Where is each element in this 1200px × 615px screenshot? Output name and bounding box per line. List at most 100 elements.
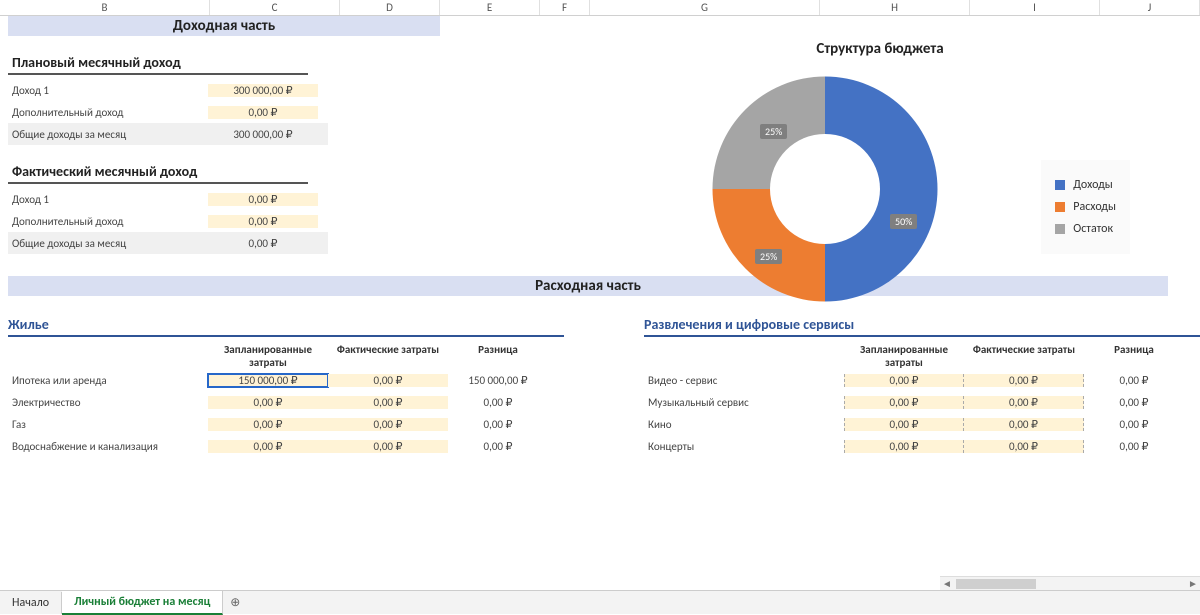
diff-cell: 0,00 ₽ [448, 396, 548, 409]
legend-label: Доходы [1073, 178, 1113, 192]
row-label: Музыкальный сервис [644, 396, 844, 409]
table-row: Газ0,00 ₽0,00 ₽0,00 ₽ [8, 413, 564, 435]
diff-cell: 0,00 ₽ [1084, 418, 1184, 431]
col-header-B[interactable]: B [0, 0, 210, 15]
actual-cell[interactable]: 0,00 ₽ [964, 374, 1084, 387]
legend-item: Доходы [1055, 178, 1116, 192]
sheet-tab[interactable]: Начало [0, 592, 62, 614]
table-row: Водоснабжение и канализация0,00 ₽0,00 ₽0… [8, 435, 564, 457]
actual-cell[interactable]: 0,00 ₽ [328, 374, 448, 387]
diff-cell: 0,00 ₽ [1084, 374, 1184, 387]
legend-swatch [1055, 180, 1065, 190]
actual-cell[interactable]: 0,00 ₽ [964, 440, 1084, 453]
income-row: Доход 1300 000,00 ₽ [8, 79, 328, 101]
horizontal-scrollbar[interactable]: ◄ ► [940, 576, 1200, 590]
col-diff: Разница [1084, 343, 1184, 369]
budget-structure-chart: Структура бюджета 50% 25% 25% ДоходыРасх… [600, 40, 1160, 330]
planned-cell[interactable]: 0,00 ₽ [844, 374, 964, 387]
scroll-thumb[interactable] [956, 579, 1036, 589]
income-banner: Доходная часть [8, 16, 440, 36]
diff-cell: 0,00 ₽ [448, 418, 548, 431]
income-total-label: Общие доходы за месяц [8, 128, 208, 141]
col-header-C[interactable]: C [210, 0, 340, 15]
housing-header-row: Запланированные затраты Фактические затр… [8, 343, 564, 369]
table-row: Кино0,00 ₽0,00 ₽0,00 ₽ [644, 413, 1200, 435]
col-header-J[interactable]: J [1100, 0, 1200, 15]
legend-label: Расходы [1073, 200, 1116, 214]
table-row: Ипотека или аренда150 000,00 ₽0,00 ₽150 … [8, 369, 564, 391]
income-total-row: Общие доходы за месяц0,00 ₽ [8, 232, 328, 254]
add-sheet-button[interactable]: ⊕ [223, 595, 247, 610]
income-label: Дополнительный доход [8, 106, 208, 119]
chart-label-remainder: 25% [760, 124, 787, 139]
sheet-tabs-bar: НачалоЛичный бюджет на месяц⊕ [0, 590, 1200, 614]
income-value-cell[interactable]: 0,00 ₽ [208, 106, 318, 119]
row-label: Концерты [644, 440, 844, 453]
row-label: Кино [644, 418, 844, 431]
col-header-D[interactable]: D [340, 0, 440, 15]
planned-cell[interactable]: 0,00 ₽ [844, 418, 964, 431]
planned-income-title: Плановый месячный доход [8, 50, 308, 75]
actual-cell[interactable]: 0,00 ₽ [328, 396, 448, 409]
col-diff: Разница [448, 343, 548, 369]
income-row: Дополнительный доход0,00 ₽ [8, 210, 328, 232]
diff-cell: 0,00 ₽ [1084, 440, 1184, 453]
income-value-cell[interactable]: 300 000,00 ₽ [208, 84, 318, 97]
income-row: Дополнительный доход0,00 ₽ [8, 101, 328, 123]
row-label: Газ [8, 418, 208, 431]
actual-income-table: Доход 10,00 ₽Дополнительный доход0,00 ₽О… [8, 188, 328, 254]
col-header-G[interactable]: G [590, 0, 820, 15]
col-planned: Запланированные затраты [208, 343, 328, 369]
actual-cell[interactable]: 0,00 ₽ [328, 440, 448, 453]
income-total-value: 0,00 ₽ [208, 237, 318, 250]
actual-income-title: Фактический месячный доход [8, 159, 308, 184]
col-header-I[interactable]: I [970, 0, 1100, 15]
actual-cell[interactable]: 0,00 ₽ [328, 418, 448, 431]
scroll-left-icon[interactable]: ◄ [940, 577, 954, 590]
income-value-cell[interactable]: 0,00 ₽ [208, 193, 318, 206]
entertainment-block: Развлечения и цифровые сервисы Запланиро… [644, 314, 1200, 457]
chart-legend: Доходы Расходы Остаток [1041, 160, 1130, 254]
row-label: Видео - сервис [644, 374, 844, 387]
table-row: Видео - сервис0,00 ₽0,00 ₽0,00 ₽ [644, 369, 1200, 391]
actual-cell[interactable]: 0,00 ₽ [964, 418, 1084, 431]
diff-cell: 0,00 ₽ [1084, 396, 1184, 409]
income-value-cell[interactable]: 0,00 ₽ [208, 215, 318, 228]
housing-block: Жилье Запланированные затраты Фактически… [8, 314, 564, 457]
planned-cell[interactable]: 0,00 ₽ [844, 396, 964, 409]
income-label: Доход 1 [8, 193, 208, 206]
col-header-E[interactable]: E [440, 0, 540, 15]
planned-cell[interactable]: 0,00 ₽ [844, 440, 964, 453]
row-label: Электричество [8, 396, 208, 409]
legend-item: Остаток [1055, 222, 1116, 236]
table-row: Музыкальный сервис0,00 ₽0,00 ₽0,00 ₽ [644, 391, 1200, 413]
sheet-tab[interactable]: Личный бюджет на месяц [62, 591, 223, 615]
diff-cell: 0,00 ₽ [448, 440, 548, 453]
row-label: Ипотека или аренда [8, 374, 208, 387]
col-header-H[interactable]: H [820, 0, 970, 15]
diff-cell: 150 000,00 ₽ [448, 374, 548, 387]
planned-cell[interactable]: 0,00 ₽ [208, 440, 328, 453]
scroll-right-icon[interactable]: ► [1186, 577, 1200, 590]
income-label: Доход 1 [8, 84, 208, 97]
entertainment-header-row: Запланированные затраты Фактические затр… [644, 343, 1200, 369]
chart-title: Структура бюджета [600, 40, 1160, 58]
housing-title: Жилье [8, 314, 564, 337]
income-total-label: Общие доходы за месяц [8, 237, 208, 250]
planned-cell[interactable]: 150 000,00 ₽ [208, 374, 328, 387]
legend-swatch [1055, 224, 1065, 234]
planned-cell[interactable]: 0,00 ₽ [208, 418, 328, 431]
table-row: Концерты0,00 ₽0,00 ₽0,00 ₽ [644, 435, 1200, 457]
column-headers: BCDEFGHIJ [0, 0, 1200, 16]
income-total-row: Общие доходы за месяц300 000,00 ₽ [8, 123, 328, 145]
row-label: Водоснабжение и канализация [8, 440, 208, 453]
table-row: Электричество0,00 ₽0,00 ₽0,00 ₽ [8, 391, 564, 413]
planned-cell[interactable]: 0,00 ₽ [208, 396, 328, 409]
col-planned: Запланированные затраты [844, 343, 964, 369]
col-header-F[interactable]: F [540, 0, 590, 15]
actual-cell[interactable]: 0,00 ₽ [964, 396, 1084, 409]
chart-label-income: 50% [890, 214, 917, 229]
planned-income-table: Доход 1300 000,00 ₽Дополнительный доход0… [8, 79, 328, 145]
legend-label: Остаток [1073, 222, 1113, 236]
income-label: Дополнительный доход [8, 215, 208, 228]
